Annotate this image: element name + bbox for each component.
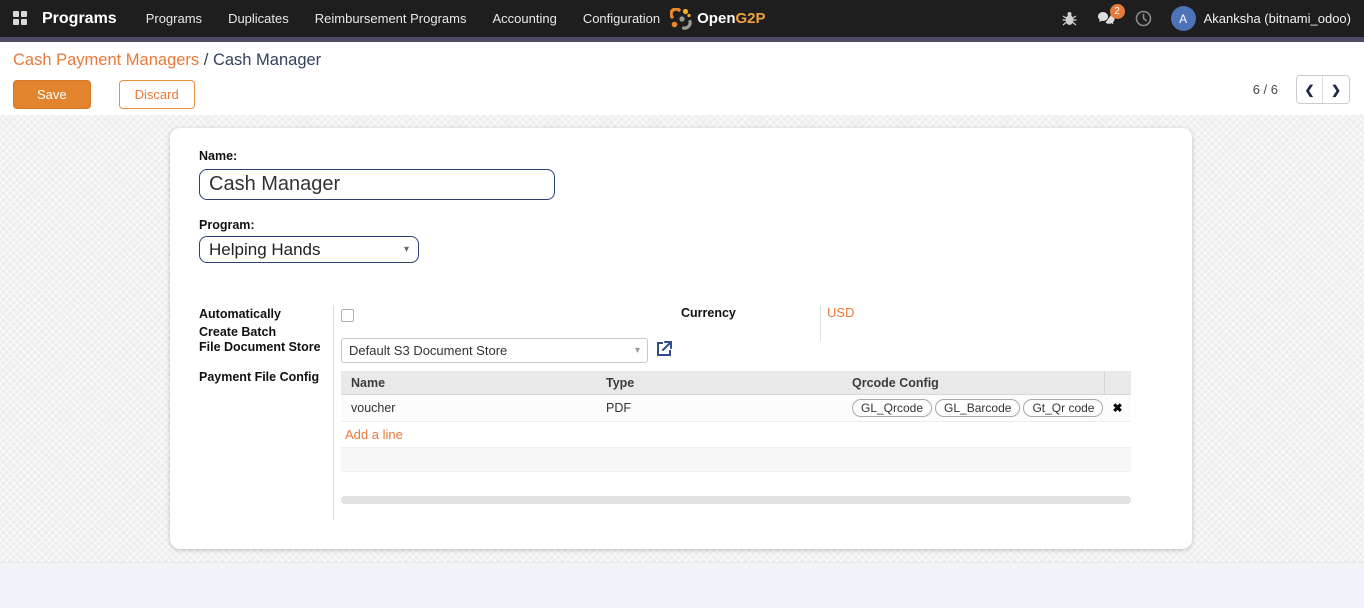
table-row[interactable]: voucher PDF GL_Qrcode GL_Barcode Gt_Qr c… <box>341 395 1131 422</box>
table-horizontal-scrollbar[interactable] <box>341 496 1131 504</box>
navbar-menu: Programs Duplicates Reimbursement Progra… <box>146 11 660 26</box>
breadcrumb: Cash Payment Managers / Cash Manager <box>13 51 321 70</box>
caret-down-icon: ▾ <box>404 244 409 255</box>
nav-item-reimbursement-programs[interactable]: Reimbursement Programs <box>315 11 467 26</box>
table-cell-name[interactable]: voucher <box>341 401 596 415</box>
qrcode-tag: Gt_Qr code <box>1023 399 1103 417</box>
delete-row-icon[interactable]: ✖ <box>1112 402 1122 414</box>
pager-next-button[interactable]: ❯ <box>1323 76 1349 103</box>
qrcode-tag: GL_Barcode <box>935 399 1020 417</box>
table-empty-row <box>341 472 1131 496</box>
caret-down-icon: ▾ <box>635 345 640 356</box>
external-link-icon[interactable] <box>655 340 673 358</box>
control-panel: Cash Payment Managers / Cash Manager Sav… <box>0 42 1364 115</box>
table-empty-row <box>341 448 1131 472</box>
messages-icon[interactable]: 2 <box>1097 9 1117 29</box>
qrcode-tag: GL_Qrcode <box>852 399 932 417</box>
openg2p-logo: OpenG2P <box>670 8 765 30</box>
table-header-type: Type <box>596 376 846 390</box>
nav-item-programs[interactable]: Programs <box>146 11 202 26</box>
user-name: Akanksha (bitnami_odoo) <box>1204 11 1351 26</box>
apps-grid-icon[interactable] <box>13 11 28 26</box>
add-a-line-link[interactable]: Add a line <box>341 427 403 442</box>
user-avatar: A <box>1171 6 1196 31</box>
chevron-right-icon: ❯ <box>1331 83 1341 97</box>
openg2p-logo-text: OpenG2P <box>697 10 765 27</box>
group-separator-right <box>820 305 821 341</box>
pager-value[interactable]: 6 / 6 <box>1253 82 1278 97</box>
payment-file-config-table: Name Type Qrcode Config voucher PDF GL_Q… <box>341 371 1131 504</box>
table-header-qrcode-config: Qrcode Config <box>846 376 1104 390</box>
file-document-store-label: File Document Store <box>199 340 321 354</box>
form-sheet: Name: Program: Helping Hands ▾ Automatic… <box>170 128 1192 549</box>
navbar-right: 2 A Akanksha (bitnami_odoo) <box>1060 6 1351 31</box>
page-footer-area <box>0 562 1364 608</box>
app-brand: Programs <box>42 10 117 28</box>
user-menu[interactable]: A Akanksha (bitnami_odoo) <box>1171 6 1351 31</box>
file-document-store-value: Default S3 Document Store <box>349 343 507 358</box>
activities-clock-icon[interactable] <box>1134 9 1154 29</box>
currency-value-link[interactable]: USD <box>827 305 854 320</box>
nav-item-accounting[interactable]: Accounting <box>492 11 556 26</box>
auto-create-batch-checkbox[interactable] <box>341 309 354 322</box>
chevron-left-icon: ❮ <box>1304 83 1314 97</box>
table-header-name: Name <box>341 376 596 390</box>
form-view-background: Name: Program: Helping Hands ▾ Automatic… <box>0 115 1364 562</box>
auto-create-batch-label: Automatically Create Batch <box>199 306 314 341</box>
breadcrumb-separator: / <box>199 51 213 69</box>
nav-item-duplicates[interactable]: Duplicates <box>228 11 289 26</box>
record-pager: 6 / 6 ❮ ❯ <box>1253 75 1350 104</box>
discard-button[interactable]: Discard <box>119 80 195 109</box>
name-field-label: Name: <box>199 149 237 163</box>
add-line-row: Add a line <box>341 422 1131 448</box>
table-header-delete-column <box>1104 371 1131 394</box>
program-select-value: Helping Hands <box>209 240 321 260</box>
openg2p-logo-icon <box>670 8 692 30</box>
payment-file-config-label: Payment File Config <box>199 370 319 384</box>
table-cell-type[interactable]: PDF <box>596 401 846 415</box>
currency-label: Currency <box>681 306 736 320</box>
table-cell-delete: ✖ <box>1104 402 1131 414</box>
table-cell-qrcode-config[interactable]: GL_Qrcode GL_Barcode Gt_Qr code <box>846 399 1104 417</box>
pager-buttons: ❮ ❯ <box>1296 75 1350 104</box>
pager-previous-button[interactable]: ❮ <box>1297 76 1323 103</box>
program-select[interactable]: Helping Hands ▾ <box>199 236 419 263</box>
breadcrumb-parent-link[interactable]: Cash Payment Managers <box>13 51 199 69</box>
messages-badge: 2 <box>1110 4 1125 19</box>
nav-item-configuration[interactable]: Configuration <box>583 11 660 26</box>
breadcrumb-current: Cash Manager <box>213 51 321 69</box>
form-action-buttons: Save Discard <box>13 80 195 109</box>
name-input[interactable] <box>199 169 555 200</box>
group-separator-left <box>333 305 334 520</box>
table-header-row: Name Type Qrcode Config <box>341 371 1131 395</box>
program-field-label: Program: <box>199 218 255 232</box>
bug-report-icon[interactable] <box>1060 9 1080 29</box>
save-button[interactable]: Save <box>13 80 91 109</box>
file-document-store-select[interactable]: Default S3 Document Store ▾ <box>341 338 648 363</box>
top-navbar: Programs Programs Duplicates Reimburseme… <box>0 0 1364 37</box>
